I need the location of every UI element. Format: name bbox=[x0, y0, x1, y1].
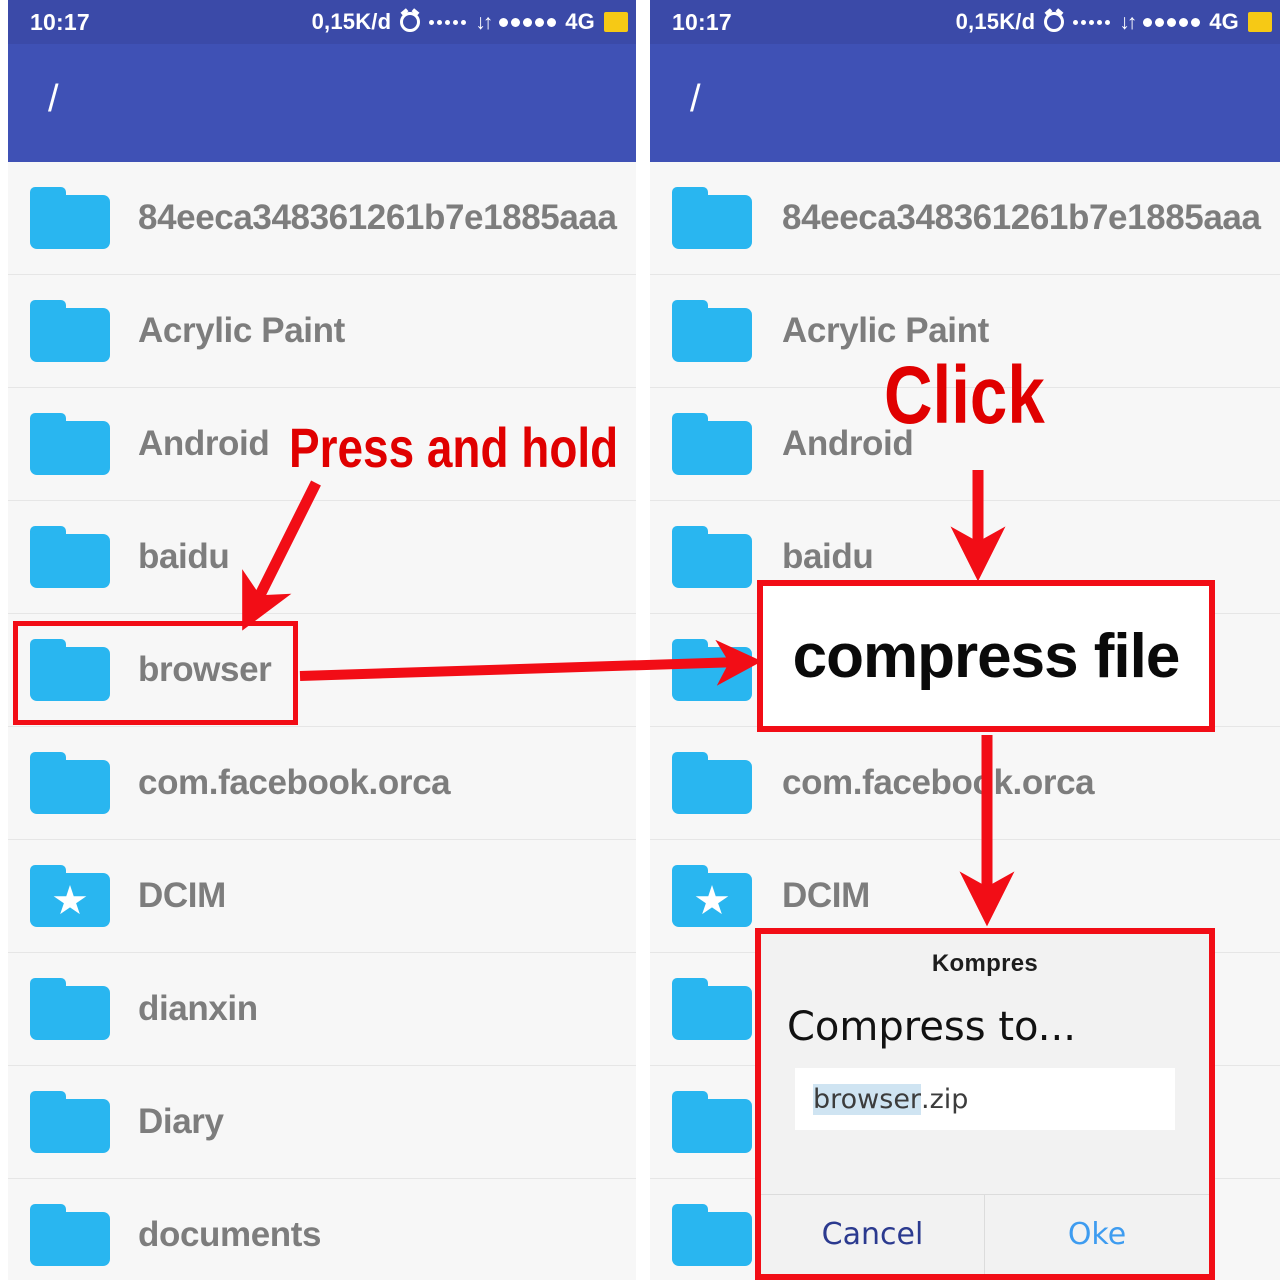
list-item-label: documents bbox=[138, 1215, 322, 1254]
status-time: 10:17 bbox=[30, 8, 90, 35]
filename-selected-text: browser bbox=[813, 1083, 922, 1115]
list-item[interactable]: dianxin bbox=[8, 953, 636, 1066]
list-item-label: com.facebook.orca bbox=[138, 763, 451, 802]
signal-dots-small-icon bbox=[1073, 19, 1111, 25]
data-transfer-icon: ↓↑ bbox=[475, 10, 493, 34]
folder-icon bbox=[30, 526, 110, 588]
dialog-input-wrap: browser .zip bbox=[761, 1050, 1209, 1130]
folder-icon bbox=[672, 300, 752, 362]
dialog-title: Kompres bbox=[931, 950, 1039, 977]
list-item-label: com.facebook.orca bbox=[782, 763, 1095, 802]
app-bar-right: / bbox=[650, 44, 1280, 162]
list-item-label: Android bbox=[138, 424, 270, 463]
folder-icon bbox=[30, 752, 110, 814]
compress-file-label: compress file bbox=[792, 621, 1181, 691]
status-bar-right: 10:17 0,15K/d ↓↑ 4G bbox=[650, 0, 1280, 44]
folder-icon bbox=[672, 1091, 752, 1153]
list-item-label: 84eeca348361261b7e1885aaa bbox=[138, 198, 617, 237]
annotation-click: Click bbox=[884, 350, 1045, 441]
signal-dots-large-icon bbox=[499, 17, 557, 27]
list-item[interactable]: com.facebook.orca bbox=[650, 727, 1280, 840]
dialog-spacer bbox=[761, 1130, 1209, 1194]
folder-star-icon bbox=[30, 865, 110, 927]
folder-icon bbox=[672, 1204, 752, 1266]
list-item[interactable]: 84eeca348361261b7e1885aaa bbox=[650, 162, 1280, 275]
folder-icon bbox=[30, 187, 110, 249]
folder-icon bbox=[672, 978, 752, 1040]
list-item[interactable]: Diary bbox=[8, 1066, 636, 1179]
alarm-clock-icon bbox=[1044, 12, 1065, 32]
battery-icon bbox=[1248, 12, 1272, 32]
list-item-label: DCIM bbox=[138, 876, 226, 915]
list-item-label: dianxin bbox=[138, 989, 258, 1028]
battery-icon bbox=[604, 12, 628, 32]
list-item-label: 84eeca348361261b7e1885aaa bbox=[782, 198, 1261, 237]
list-item[interactable]: baidu bbox=[8, 501, 636, 614]
folder-icon bbox=[672, 187, 752, 249]
network-type-label: 4G bbox=[1209, 9, 1239, 34]
signal-dots-large-icon bbox=[1143, 17, 1201, 27]
folder-icon bbox=[672, 752, 752, 814]
folder-icon bbox=[672, 526, 752, 588]
folder-icon bbox=[672, 413, 752, 475]
kompres-dialog[interactable]: Kompres Compress to... browser .zip Cance… bbox=[755, 928, 1215, 1280]
app-bar-left: / bbox=[8, 44, 636, 162]
folder-icon bbox=[30, 413, 110, 475]
list-item-dcim[interactable]: DCIM bbox=[8, 840, 636, 953]
tutorial-screenshot: 10:17 0,15K/d ↓↑ 4G / 84eeca348361261b7e… bbox=[0, 0, 1280, 1280]
network-type-label: 4G bbox=[565, 9, 595, 34]
list-item[interactable]: com.facebook.orca bbox=[8, 727, 636, 840]
folder-icon bbox=[30, 978, 110, 1040]
list-item-label: Acrylic Paint bbox=[138, 311, 345, 350]
folder-icon bbox=[30, 1091, 110, 1153]
filename-input[interactable]: browser .zip bbox=[795, 1068, 1175, 1130]
folder-icon bbox=[672, 639, 752, 701]
list-item-label: baidu bbox=[782, 537, 874, 576]
dialog-actions: Cancel Oke bbox=[761, 1194, 1209, 1274]
list-item-label: DCIM bbox=[782, 876, 870, 915]
breadcrumb-path: / bbox=[690, 78, 701, 120]
folder-star-icon bbox=[672, 865, 752, 927]
folder-icon bbox=[30, 300, 110, 362]
breadcrumb-path: / bbox=[48, 78, 59, 120]
list-item-label: baidu bbox=[138, 537, 230, 576]
status-icons: 0,15K/d ↓↑ 4G bbox=[312, 9, 628, 35]
signal-dots-small-icon bbox=[429, 19, 467, 25]
dialog-label: Compress to... bbox=[787, 1004, 1076, 1050]
folder-icon bbox=[30, 1204, 110, 1266]
data-rate-label: 0,15K/d bbox=[955, 9, 1036, 34]
list-item[interactable]: 84eeca348361261b7e1885aaa bbox=[8, 162, 636, 275]
status-bar-left: 10:17 0,15K/d ↓↑ 4G bbox=[8, 0, 636, 44]
list-item[interactable]: Acrylic Paint bbox=[8, 275, 636, 388]
browser-row-highlight-box bbox=[13, 621, 298, 725]
alarm-clock-icon bbox=[400, 12, 421, 32]
status-icons: 0,15K/d ↓↑ 4G bbox=[956, 9, 1272, 35]
list-item-label: Diary bbox=[138, 1102, 224, 1141]
data-rate-label: 0,15K/d bbox=[311, 9, 392, 34]
compress-file-callout: compress file bbox=[757, 580, 1215, 732]
annotation-press-and-hold: Press and hold bbox=[289, 416, 619, 479]
list-item[interactable]: documents bbox=[8, 1179, 636, 1280]
data-transfer-icon: ↓↑ bbox=[1119, 10, 1137, 34]
filename-extension-text: .zip bbox=[921, 1083, 969, 1115]
list-item-label: Acrylic Paint bbox=[782, 311, 989, 350]
status-time: 10:17 bbox=[672, 8, 732, 35]
cancel-button[interactable]: Cancel bbox=[761, 1195, 985, 1274]
ok-button[interactable]: Oke bbox=[985, 1195, 1209, 1274]
